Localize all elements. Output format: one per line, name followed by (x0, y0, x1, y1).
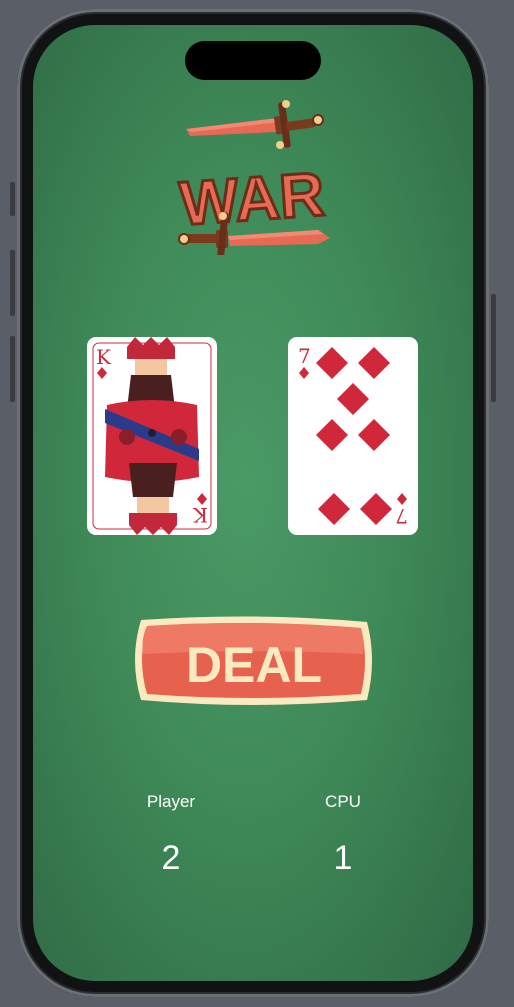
player-score: 2 (161, 839, 181, 877)
volume-down-button (10, 336, 15, 402)
game-screen: WAR K K 7 7 DEAL Player CPU 2 1 (33, 25, 473, 981)
pips (316, 347, 392, 525)
deal-button[interactable]: DEAL (131, 614, 376, 707)
war-logo: WAR (176, 100, 330, 255)
cpu-card: 7 7 (288, 337, 418, 535)
power-button (491, 294, 496, 402)
deal-button-label: DEAL (186, 637, 322, 693)
cpu-card-rank-top: 7 (298, 344, 311, 368)
title-text: WAR (178, 160, 327, 239)
diamond-icon (299, 367, 309, 379)
cpu-score: 1 (333, 839, 353, 877)
player-label: Player (146, 792, 196, 811)
top-sword-icon (186, 100, 324, 149)
player-card-rank-top: K (96, 345, 112, 369)
cpu-card-rank-bottom: 7 (395, 504, 408, 528)
king-figure-icon (105, 337, 199, 535)
silent-switch (10, 182, 15, 216)
cpu-label: CPU (325, 792, 361, 811)
player-card-rank-bottom: K (192, 503, 208, 527)
volume-up-button (10, 250, 15, 316)
dynamic-island (185, 41, 321, 80)
player-card: K K (87, 337, 217, 535)
